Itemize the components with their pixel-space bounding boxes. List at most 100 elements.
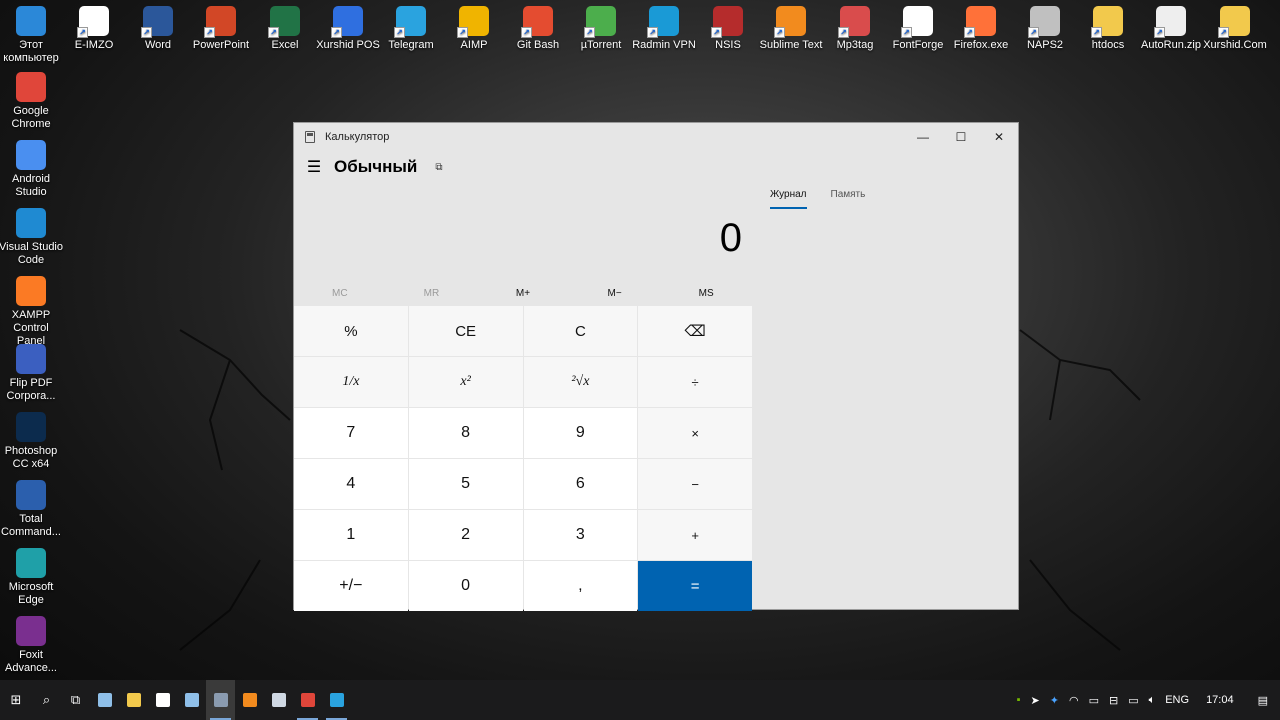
memory-button[interactable]: MS: [660, 283, 752, 305]
desktop-shortcut[interactable]: ↗ Firefox.exe: [948, 6, 1014, 52]
memory-button[interactable]: M+: [477, 283, 569, 305]
chrome-icon: [16, 72, 46, 102]
backspace-button[interactable]: ⌫: [638, 306, 752, 356]
digit-0-button[interactable]: 0: [408, 561, 523, 611]
security-icon[interactable]: [148, 680, 177, 720]
clock[interactable]: 17:04: [1194, 694, 1246, 706]
network-icon[interactable]: ⊟: [1104, 694, 1123, 707]
desktop-shortcut[interactable]: ↗ Word: [125, 6, 191, 52]
reciprocal-button[interactable]: 1/x: [294, 357, 408, 407]
decimal-button[interactable]: ,: [523, 561, 638, 611]
title-bar[interactable]: Калькулятор — ☐ ✕: [294, 123, 1018, 150]
negate-button[interactable]: +/−: [294, 561, 408, 611]
equals-button[interactable]: =: [638, 561, 752, 611]
digit-7-button[interactable]: 7: [294, 408, 408, 458]
app-icon[interactable]: [90, 680, 119, 720]
desktop-shortcut[interactable]: Этот компьютер: [0, 6, 64, 65]
digit-4-button[interactable]: 4: [294, 459, 408, 509]
desktop-shortcut[interactable]: Android Studio: [0, 140, 64, 199]
desktop-shortcut[interactable]: Microsoft Edge: [0, 548, 64, 607]
plus-button[interactable]: +: [638, 510, 752, 560]
telegram-task-icon[interactable]: [322, 680, 351, 720]
keep-on-top-icon[interactable]: ⧉: [435, 162, 442, 173]
desktop-shortcut[interactable]: ↗ Excel: [252, 6, 318, 52]
desktop-shortcut-label: Firefox.exe: [953, 39, 1009, 51]
desktop-shortcut-label: FontForge: [892, 39, 944, 51]
shortcut-arrow-icon: ↗: [204, 27, 215, 38]
desktop-shortcut-label: Foxit Advance...: [5, 649, 57, 674]
desktop-shortcut[interactable]: Flip PDF Corpora...: [0, 344, 64, 403]
desktop-shortcut[interactable]: ↗ AutoRun.zip: [1138, 6, 1204, 52]
desktop-shortcut[interactable]: ↗ Xurshid POS: [315, 6, 381, 52]
sublime-text-task-icon[interactable]: [235, 680, 264, 720]
total-commander-icon: [16, 480, 46, 510]
digit-8-button[interactable]: 8: [408, 408, 523, 458]
close-button[interactable]: ✕: [980, 123, 1018, 150]
minimize-button[interactable]: —: [904, 123, 942, 150]
e-imzo-icon: ↗: [77, 6, 109, 38]
notifications-icon[interactable]: ▤: [1246, 694, 1280, 707]
digit-2-button[interactable]: 2: [408, 510, 523, 560]
desktop-shortcut[interactable]: Google Chrome: [0, 72, 64, 131]
desktop-shortcut[interactable]: ↗ htdocs: [1075, 6, 1141, 52]
desktop-shortcut[interactable]: ↗ PowerPoint: [188, 6, 254, 52]
chrome-task-icon[interactable]: [293, 680, 322, 720]
radmin-tray-icon[interactable]: ✦: [1045, 694, 1064, 707]
desktop-shortcut[interactable]: ↗ NSIS: [695, 6, 761, 52]
memory-button[interactable]: MC: [294, 283, 386, 305]
square-button[interactable]: x²: [408, 357, 523, 407]
maximize-button[interactable]: ☐: [942, 123, 980, 150]
task-view-icon[interactable]: ⧉: [61, 680, 90, 720]
clear-entry-button[interactable]: CE: [408, 306, 523, 356]
desktop-shortcut[interactable]: Foxit Advance...: [0, 616, 64, 675]
digit-6-button[interactable]: 6: [523, 459, 638, 509]
square-root-button[interactable]: ²√x: [523, 357, 638, 407]
file-explorer-icon[interactable]: [119, 680, 148, 720]
minus-button[interactable]: −: [638, 459, 752, 509]
side-tab[interactable]: Память: [831, 189, 866, 209]
battery-icon[interactable]: ▭: [1123, 694, 1143, 707]
desktop-shortcut[interactable]: ↗ Mp3tag: [822, 6, 888, 52]
desktop-shortcut[interactable]: ↗ Xurshid.Com: [1202, 6, 1268, 52]
mp3tag-icon: ↗: [838, 6, 870, 38]
start-button[interactable]: ⊞: [0, 680, 32, 720]
digit-1-button[interactable]: 1: [294, 510, 408, 560]
percent-button[interactable]: %: [294, 306, 408, 356]
desktop-shortcut[interactable]: ↗ Sublime Text: [758, 6, 824, 52]
shortcut-arrow-icon: ↗: [1028, 27, 1039, 38]
desktop-shortcut[interactable]: ↗ AIMP: [441, 6, 507, 52]
desktop-shortcut[interactable]: Total Command...: [0, 480, 64, 539]
display-icon[interactable]: ▭: [1084, 694, 1104, 707]
desktop-shortcut[interactable]: ↗ FontForge: [885, 6, 951, 52]
app-icon[interactable]: [177, 680, 206, 720]
desktop-shortcut[interactable]: ↗ Telegram: [378, 6, 444, 52]
calculator-task-icon[interactable]: [206, 680, 235, 720]
search-icon[interactable]: ⌕: [32, 680, 61, 720]
multiply-button[interactable]: ×: [638, 408, 752, 458]
desktop-shortcut[interactable]: XAMPP Control Panel: [0, 276, 64, 348]
nvidia-icon[interactable]: ▪: [1012, 694, 1026, 706]
desktop-shortcut[interactable]: ↗ NAPS2: [1012, 6, 1078, 52]
digit-5-button[interactable]: 5: [408, 459, 523, 509]
digit-3-button[interactable]: 3: [523, 510, 638, 560]
desktop-shortcut[interactable]: ↗ E-IMZO: [61, 6, 127, 52]
telegram-tray-icon[interactable]: ➤: [1026, 694, 1045, 707]
divide-button[interactable]: ÷: [638, 357, 752, 407]
memory-button[interactable]: M−: [569, 283, 661, 305]
powerpoint-icon: ↗: [204, 6, 236, 38]
desktop-shortcut[interactable]: ↗ Git Bash: [505, 6, 571, 52]
clear-button[interactable]: C: [523, 306, 638, 356]
wifi-icon[interactable]: ◠: [1064, 694, 1084, 707]
desktop-shortcut[interactable]: ↗ µTorrent: [568, 6, 634, 52]
volume-icon[interactable]: 🔈︎: [1144, 694, 1161, 707]
desktop-shortcut[interactable]: Photoshop CC x64: [0, 412, 64, 471]
notes-task-icon[interactable]: [264, 680, 293, 720]
memory-button[interactable]: MR: [386, 283, 478, 305]
digit-9-button[interactable]: 9: [523, 408, 638, 458]
desktop-shortcut[interactable]: Visual Studio Code: [0, 208, 64, 267]
language-indicator[interactable]: ENG: [1160, 694, 1194, 706]
menu-icon[interactable]: ☰: [294, 157, 334, 177]
desktop-shortcut-label: Flip PDF Corpora...: [6, 377, 56, 402]
side-tab[interactable]: Журнал: [770, 189, 807, 209]
desktop-shortcut[interactable]: ↗ Radmin VPN: [631, 6, 697, 52]
